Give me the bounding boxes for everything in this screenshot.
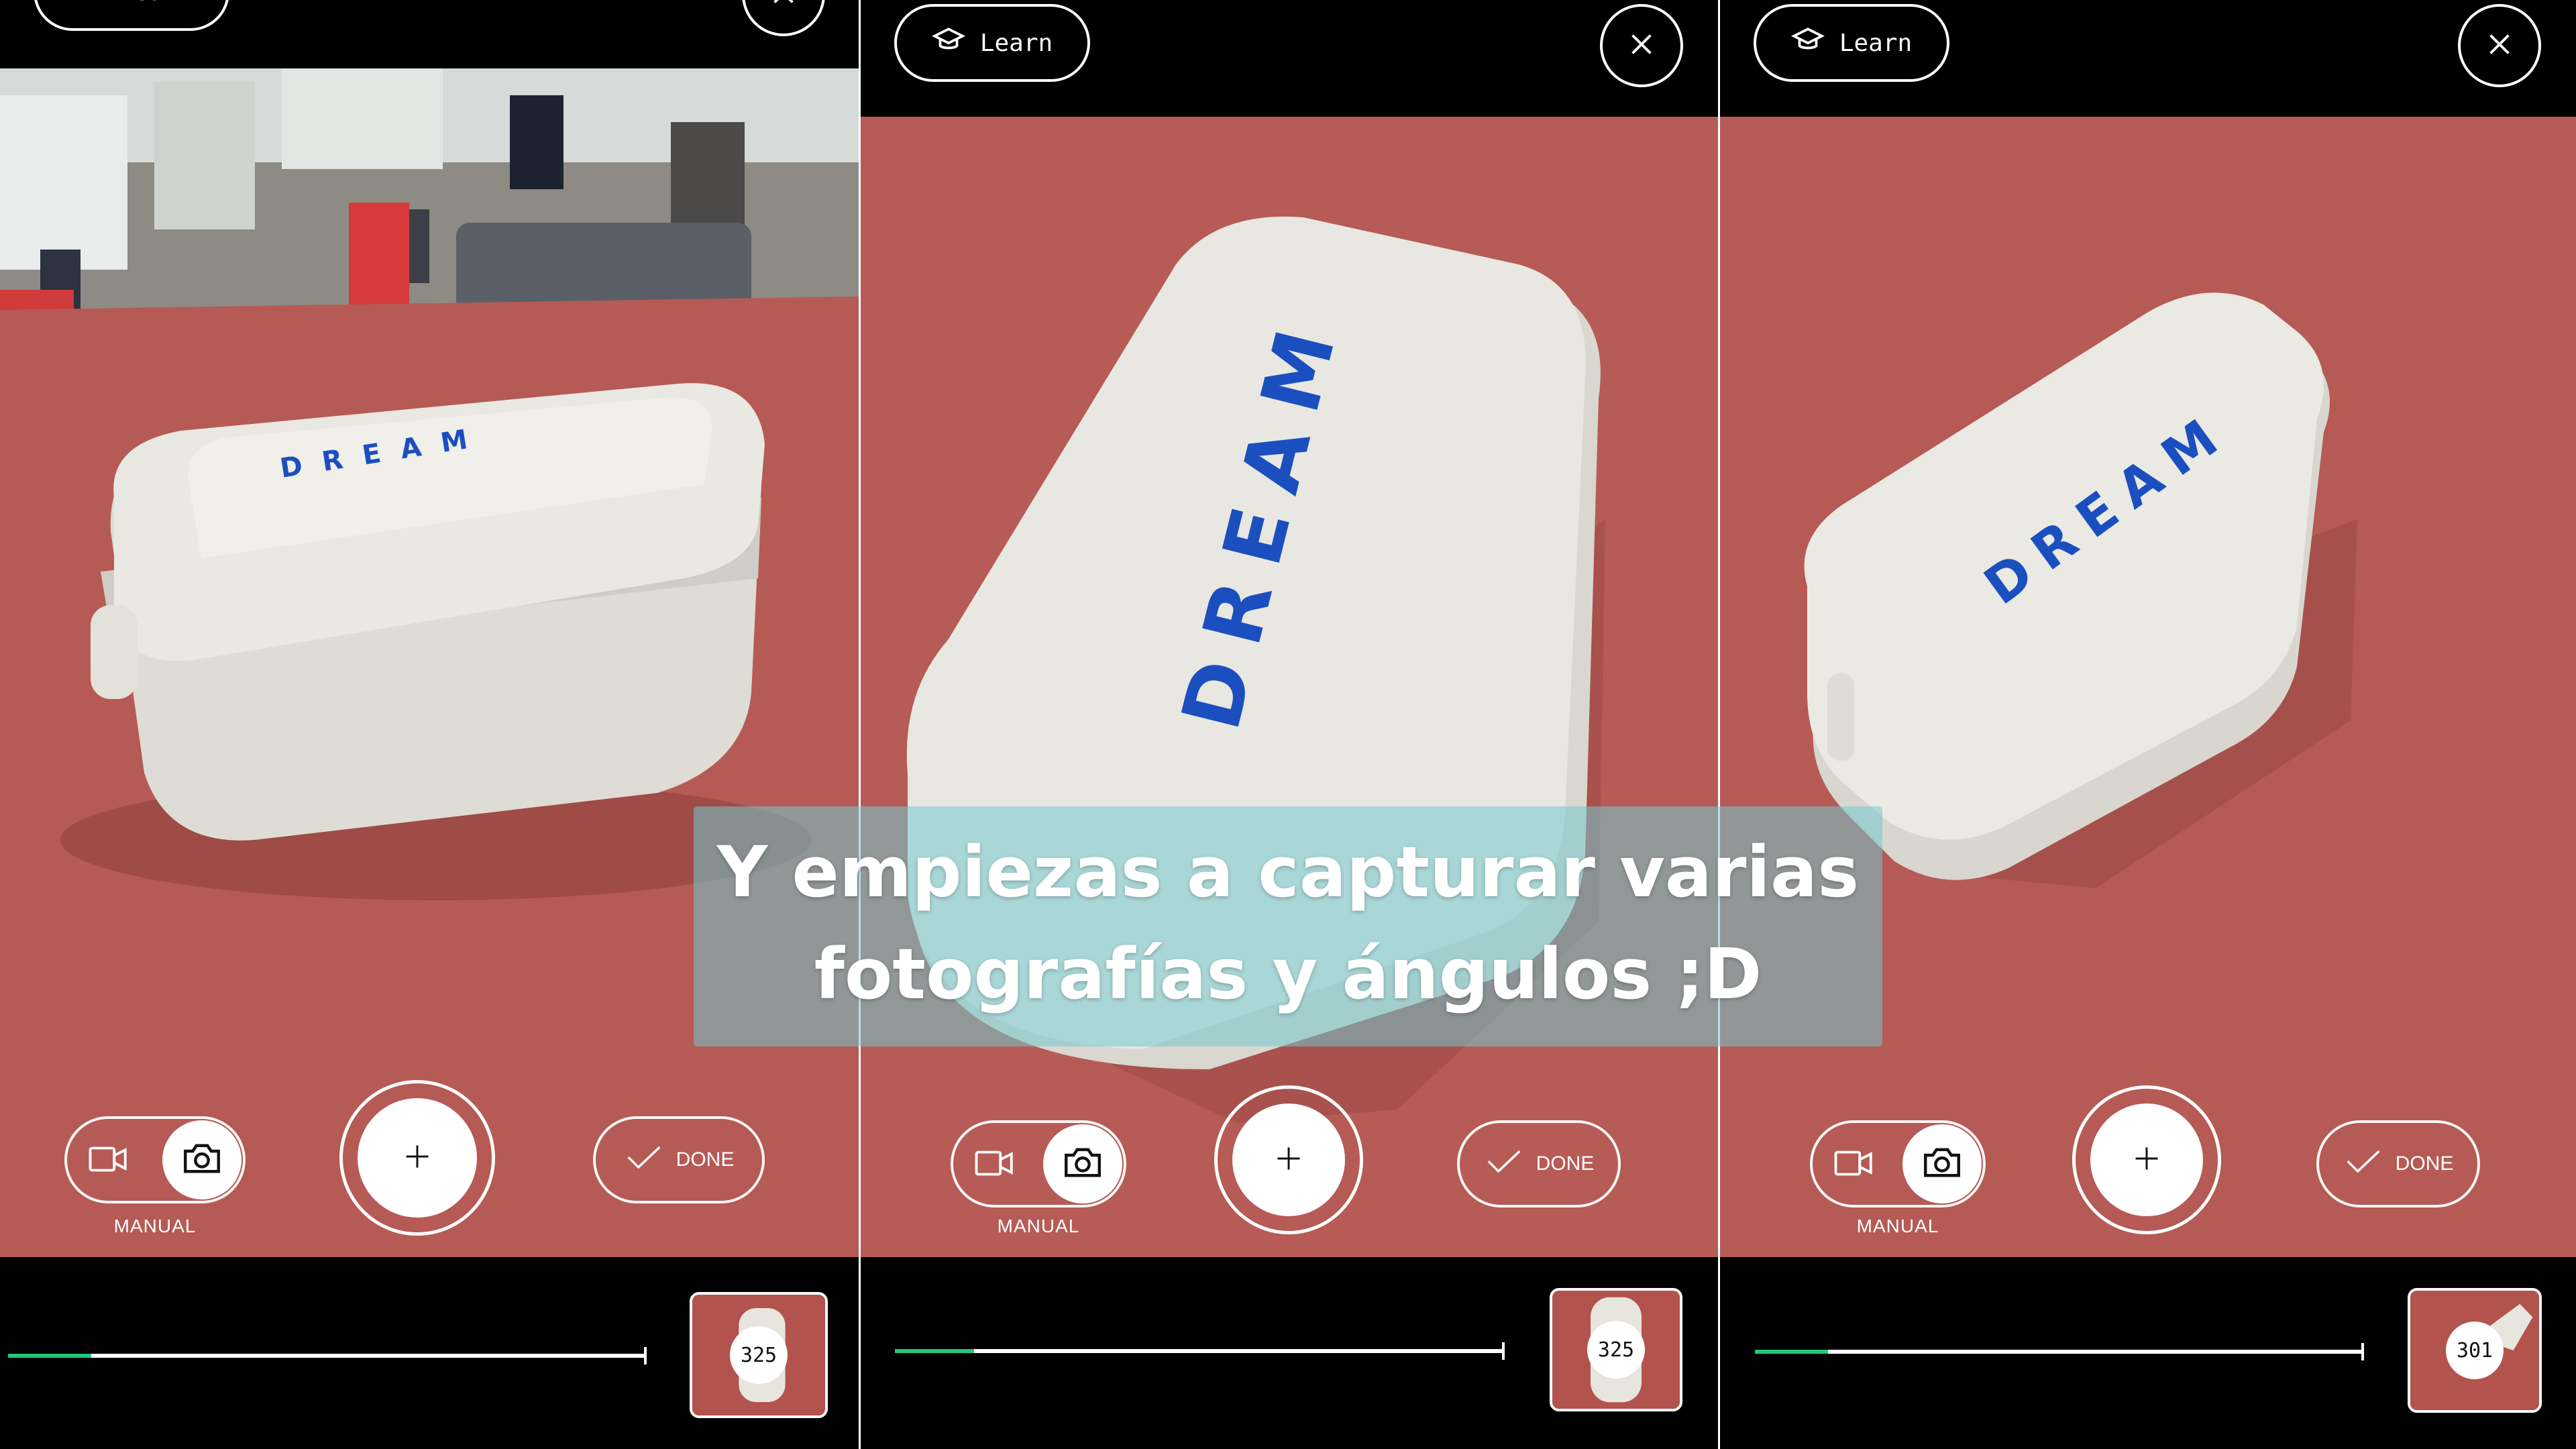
camera-screen-3: Learn DREAM MANUAL DONE 301 <box>1720 0 2576 1449</box>
mode-label: MANUAL <box>997 1216 1080 1236</box>
mode-label: MANUAL <box>113 1216 197 1236</box>
capture-mode-toggle[interactable] <box>64 1116 246 1203</box>
progress-end-tick <box>1502 1342 1505 1360</box>
check-icon <box>2343 1148 2383 1180</box>
capture-progress-bar <box>895 1342 1505 1360</box>
camera-icon <box>1061 1140 1105 1187</box>
capture-progress-bar <box>1755 1343 2364 1360</box>
graduation-cap-icon <box>71 0 105 12</box>
photo-mode-button[interactable] <box>162 1120 241 1199</box>
top-bar: Learn <box>861 0 1718 117</box>
shutter-button[interactable] <box>2072 1085 2221 1234</box>
video-mode-button[interactable] <box>1827 1139 1881 1190</box>
progress-fill <box>8 1354 91 1358</box>
shutter-inner <box>1232 1104 1345 1216</box>
close-icon <box>2484 29 2515 62</box>
caption-line-1: Y empiezas a capturar varias <box>716 831 1860 913</box>
camera-viewfinder[interactable]: DREAM <box>0 68 859 1257</box>
learn-button[interactable]: Learn <box>894 4 1090 82</box>
photo-mode-button[interactable] <box>1902 1124 1982 1203</box>
camera-icon <box>1920 1140 1964 1187</box>
viewfinder-scene: DREAM <box>0 68 859 1257</box>
capture-count-badge: 325 <box>730 1326 788 1384</box>
top-bar: Learn <box>1720 0 2576 117</box>
check-icon <box>624 1144 664 1176</box>
photo-mode-button[interactable] <box>1043 1124 1122 1203</box>
progress-end-tick <box>644 1347 647 1364</box>
progress-fill <box>895 1349 975 1353</box>
shutter-button[interactable] <box>339 1080 495 1236</box>
check-icon <box>1484 1148 1524 1180</box>
capture-thumbnail[interactable]: 301 <box>2408 1288 2542 1413</box>
camera-screen-2: Learn DREAM MANUAL DONE 325 <box>861 0 1718 1449</box>
video-camera-icon <box>87 1137 131 1184</box>
close-icon <box>768 0 799 11</box>
camera-screen-1: Learn <box>0 0 859 1449</box>
plus-icon <box>2132 1144 2161 1176</box>
learn-label: Learn <box>1839 29 1913 57</box>
shutter-button[interactable] <box>1214 1085 1363 1234</box>
learn-label: Learn <box>119 0 192 6</box>
done-label: DONE <box>676 1148 735 1171</box>
collage: Learn <box>0 0 2576 1449</box>
done-button[interactable]: DONE <box>1457 1120 1621 1208</box>
top-bar: Learn <box>0 0 859 68</box>
capture-progress-bar <box>8 1347 647 1364</box>
video-mode-button[interactable] <box>82 1135 136 1186</box>
capture-count-badge: 301 <box>2446 1322 2504 1379</box>
done-label: DONE <box>2395 1152 2454 1175</box>
video-camera-icon <box>1832 1141 1876 1188</box>
done-label: DONE <box>1536 1152 1595 1175</box>
progress-fill <box>1755 1350 1828 1354</box>
done-button[interactable]: DONE <box>2316 1120 2480 1208</box>
graduation-cap-icon <box>931 23 965 63</box>
close-icon <box>1626 29 1657 62</box>
mode-label: MANUAL <box>1856 1216 1939 1236</box>
capture-thumbnail[interactable]: 325 <box>1550 1288 1682 1411</box>
video-mode-button[interactable] <box>968 1139 1022 1190</box>
shutter-inner <box>2090 1104 2203 1216</box>
close-button[interactable] <box>2458 4 2541 87</box>
close-button[interactable] <box>742 0 825 36</box>
caption-line-2: fotografías y ángulos ;D <box>814 933 1762 1015</box>
plus-icon <box>1274 1144 1303 1176</box>
capture-thumbnail[interactable]: 325 <box>690 1292 828 1418</box>
capture-mode-toggle[interactable] <box>1810 1120 1986 1208</box>
plus-icon <box>402 1142 432 1174</box>
shutter-inner <box>358 1098 477 1218</box>
capture-count-badge: 325 <box>1587 1321 1645 1379</box>
learn-button[interactable]: Learn <box>34 0 229 31</box>
video-camera-icon <box>973 1141 1017 1188</box>
learn-button[interactable]: Learn <box>1754 4 1949 82</box>
camera-icon <box>180 1136 224 1183</box>
progress-end-tick <box>2361 1343 2364 1360</box>
graduation-cap-icon <box>1790 23 1825 63</box>
caption-overlay: Y empiezas a capturar varias fotografías… <box>694 806 1882 1046</box>
close-button[interactable] <box>1600 4 1683 87</box>
done-button[interactable]: DONE <box>593 1116 765 1203</box>
learn-label: Learn <box>979 29 1053 57</box>
capture-mode-toggle[interactable] <box>951 1120 1126 1208</box>
